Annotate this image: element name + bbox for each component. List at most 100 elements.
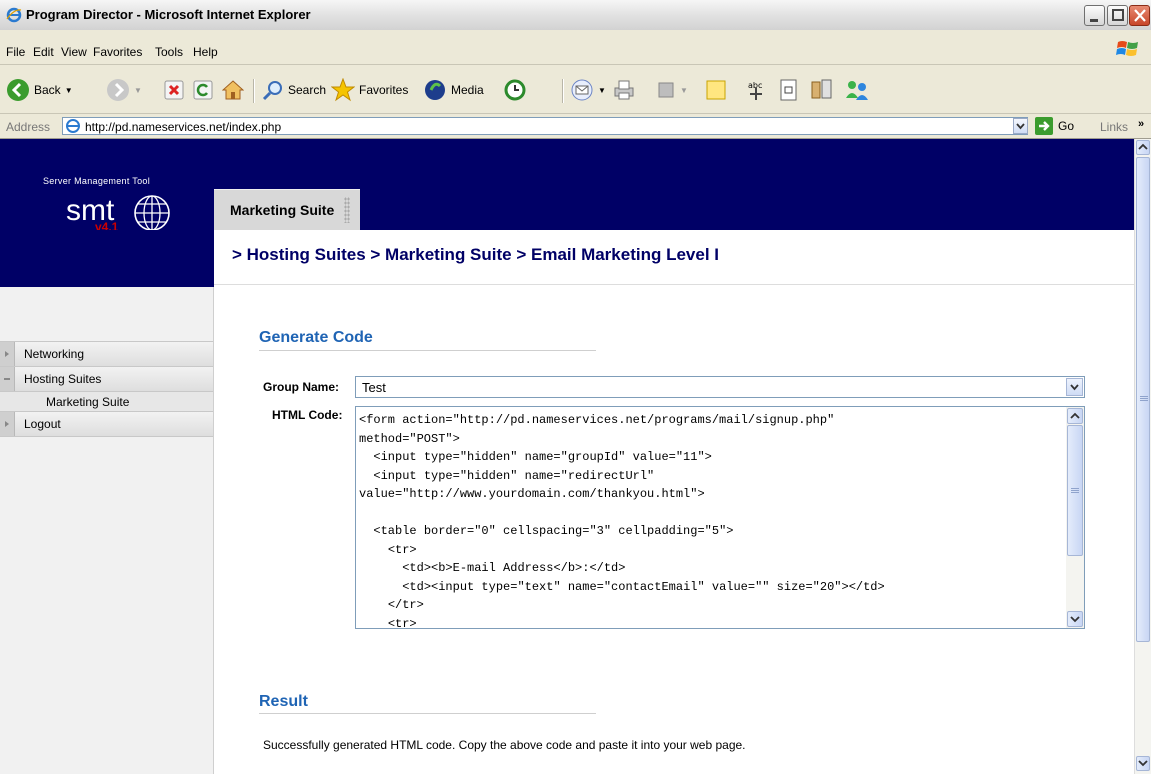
result-title: Result <box>259 693 308 710</box>
media-label: Media <box>451 83 484 97</box>
code-scroll-thumb[interactable] <box>1067 425 1083 556</box>
window-title: Program Director - Microsoft Internet Ex… <box>26 7 311 22</box>
page-header: Server Management Tool smt v4.1 Marketin… <box>0 139 1134 234</box>
home-button[interactable] <box>222 79 244 101</box>
minimize-icon <box>1090 19 1098 22</box>
go-button[interactable]: Go <box>1035 117 1074 135</box>
chevron-up-icon <box>1070 412 1080 419</box>
menu-bar: File Edit View Favorites Tools Help <box>0 30 1151 65</box>
chevron-down-icon <box>1016 123 1025 130</box>
stop-button[interactable] <box>164 79 184 101</box>
messenger-icon <box>846 81 868 100</box>
chevron-down-icon <box>1070 616 1080 623</box>
maximize-icon <box>1112 9 1124 21</box>
menu-view[interactable]: View <box>61 45 87 59</box>
address-url: http://pd.nameservices.net/index.php <box>85 120 282 134</box>
scroll-up-button[interactable] <box>1067 408 1083 424</box>
address-label: Address <box>6 120 51 134</box>
close-button[interactable] <box>1129 5 1150 26</box>
page-scroll-up-button[interactable] <box>1136 140 1150 155</box>
media-button[interactable]: Media <box>423 79 484 101</box>
tab-grip-icon <box>344 197 351 223</box>
nav-label: Networking <box>24 347 85 361</box>
html-code-textarea[interactable]: <form action="http://pd.nameservices.net… <box>355 406 1085 629</box>
back-button[interactable]: Back ▼ <box>6 79 73 101</box>
expand-arrow-icon <box>5 421 9 427</box>
go-arrow-icon <box>1035 117 1053 135</box>
menu-favorites[interactable]: Favorites <box>93 45 142 59</box>
nav-sub-label: Marketing Suite <box>46 395 130 409</box>
messenger-doc-button[interactable] <box>779 79 799 101</box>
page-scroll-thumb[interactable] <box>1136 157 1150 642</box>
refresh-icon <box>193 80 213 100</box>
chevron-up-icon <box>1138 143 1148 150</box>
menu-help[interactable]: Help <box>193 45 218 59</box>
nav-item-logout[interactable]: Logout <box>0 412 213 437</box>
code-scrollbar[interactable] <box>1066 407 1084 628</box>
media-icon <box>425 80 445 100</box>
nav-item-hosting-suites[interactable]: Hosting Suites <box>0 367 213 392</box>
address-dropdown-button[interactable] <box>1013 118 1028 134</box>
research-button[interactable]: abc <box>744 79 768 101</box>
nav-subitem-marketing-suite[interactable]: Marketing Suite <box>0 392 213 412</box>
html-code-label: HTML Code: <box>272 408 343 422</box>
links-label[interactable]: Links <box>1100 120 1128 134</box>
page-scrollbar[interactable] <box>1134 139 1151 774</box>
messenger-button[interactable] <box>844 79 870 101</box>
back-arrow-icon <box>7 79 29 101</box>
research-icon: abc <box>748 81 762 100</box>
maximize-button[interactable] <box>1107 5 1128 26</box>
links-chevron-icon[interactable]: » <box>1138 118 1144 130</box>
mail-icon <box>571 79 593 101</box>
mail-dropdown-icon: ▼ <box>598 85 606 95</box>
tab-marketing-suite[interactable]: Marketing Suite <box>214 189 361 230</box>
tools-button[interactable] <box>810 79 834 101</box>
chevron-down-icon <box>1070 384 1079 391</box>
result-message: Successfully generated HTML code. Copy t… <box>263 738 746 752</box>
address-input[interactable]: http://pd.nameservices.net/index.php <box>62 117 1028 135</box>
back-dropdown-icon: ▼ <box>64 85 73 95</box>
windows-logo-icon <box>1116 41 1138 56</box>
globe-icon <box>134 195 170 231</box>
favorites-button[interactable]: Favorites <box>331 78 408 102</box>
minimize-button[interactable] <box>1084 5 1105 26</box>
search-button[interactable]: Search <box>262 79 326 101</box>
note-icon <box>706 80 726 100</box>
tools-icon <box>811 79 832 99</box>
scroll-down-button[interactable] <box>1067 611 1083 627</box>
print-button[interactable] <box>612 79 636 101</box>
page-scroll-down-button[interactable] <box>1136 756 1150 771</box>
forward-dropdown-icon: ▼ <box>134 85 142 95</box>
header-divider <box>214 284 1134 285</box>
title-bar: Program Director - Microsoft Internet Ex… <box>0 0 1151 31</box>
menu-file[interactable]: File <box>6 45 25 59</box>
discuss-button[interactable] <box>705 79 727 101</box>
back-label: Back <box>34 83 61 97</box>
address-bar: Address http://pd.nameservices.net/index… <box>0 114 1151 139</box>
edit-page-icon <box>658 82 674 98</box>
html-code-text: <form action="http://pd.nameservices.net… <box>359 413 885 629</box>
menu-tools[interactable]: Tools <box>155 45 183 59</box>
edit-button[interactable]: ▼ <box>656 79 688 101</box>
nav-label: Logout <box>24 417 61 431</box>
nav-label: Hosting Suites <box>24 372 102 386</box>
mail-button[interactable]: ▼ <box>570 79 606 101</box>
left-nav: Networking Hosting Suites Marketing Suit… <box>0 287 214 774</box>
header-subtitle: Server Management Tool <box>43 176 150 186</box>
page-icon <box>66 119 80 133</box>
history-icon <box>504 79 526 101</box>
group-name-value: Test <box>362 380 386 395</box>
go-label: Go <box>1058 119 1075 133</box>
chevron-down-icon <box>1138 760 1148 767</box>
nav-item-networking[interactable]: Networking <box>0 342 213 367</box>
printer-icon <box>614 80 634 100</box>
refresh-button[interactable] <box>193 79 213 101</box>
group-name-select[interactable]: Test <box>355 376 1085 398</box>
history-button[interactable] <box>503 79 527 101</box>
collapse-icon <box>4 378 10 380</box>
edit-dropdown-icon: ▼ <box>680 85 688 95</box>
forward-button[interactable]: ▼ <box>106 79 142 101</box>
close-icon <box>1134 9 1146 22</box>
select-dropdown-button[interactable] <box>1066 378 1083 396</box>
menu-edit[interactable]: Edit <box>33 45 54 59</box>
